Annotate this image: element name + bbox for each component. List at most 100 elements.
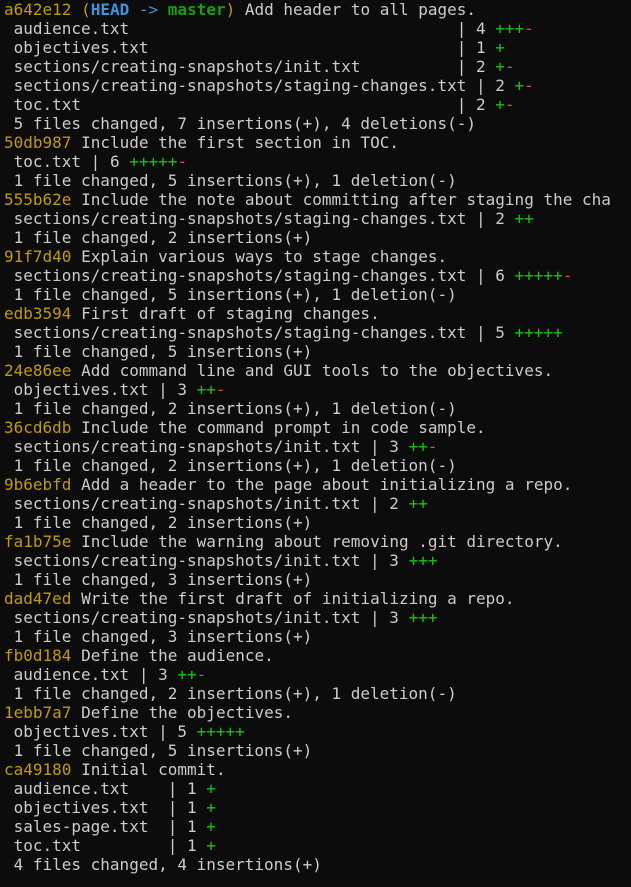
change-count: 3: [158, 665, 168, 684]
file-stat-row: objectives.txt | 3 ++-: [13, 380, 226, 399]
change-count: 1: [187, 817, 197, 836]
commit-header: 1ebb7a7 Define the objectives.: [4, 703, 611, 722]
file-stat-row: sections/creating-snapshots/staging-chan…: [13, 266, 573, 285]
summary-text: 5 files changed, 7 insertions(+), 4 dele…: [13, 114, 476, 133]
commit-hash: 9b6ebfd: [4, 475, 72, 494]
summary-text: 1 file changed, 3 insertions(+): [13, 627, 313, 646]
commit-hash: a642e12: [4, 0, 72, 19]
commit-summary: 1 file changed, 3 insertions(+): [4, 627, 611, 646]
insertions-graph: +: [495, 95, 505, 114]
change-count: 5: [177, 722, 187, 741]
commit-message: Define the audience.: [81, 646, 274, 665]
file-path: objectives.txt: [13, 722, 149, 741]
file-stat-row: sections/creating-snapshots/init.txt | 3…: [13, 437, 438, 456]
insertions-graph: ++: [177, 665, 197, 684]
file-path: sections/creating-snapshots/staging-chan…: [13, 323, 467, 342]
file-path: sections/creating-snapshots/init.txt: [13, 494, 361, 513]
insertions-graph: ++: [514, 209, 534, 228]
change-count: 1: [187, 798, 197, 817]
terminal-window[interactable]: a642e12 (HEAD -> master) Add header to a…: [0, 0, 631, 887]
commit-message: Define the objectives.: [81, 703, 293, 722]
branch-ref: master: [167, 0, 226, 19]
commit-message: Add header to all pages.: [244, 0, 477, 19]
commit-summary: 1 file changed, 2 insertions(+): [4, 228, 611, 247]
commit-summary: 5 files changed, 7 insertions(+), 4 dele…: [4, 114, 611, 133]
commit-header: 91f7d40 Explain various ways to stage ch…: [4, 247, 611, 266]
commit-hash: 24e86ee: [4, 361, 72, 380]
insertions-graph: +: [495, 57, 505, 76]
commit-message: Initial commit.: [81, 760, 226, 779]
file-stat-row: objectives.txt | 1 +: [13, 38, 505, 57]
commit-message: First draft of staging changes.: [81, 304, 380, 323]
commit-message: Include the warning about removing .git …: [81, 532, 563, 551]
file-stat-row: sales-page.txt | 1 +: [13, 817, 216, 836]
commit-header: a642e12 (HEAD -> master) Add header to a…: [4, 0, 611, 19]
file-path: audience.txt: [13, 19, 448, 38]
insertions-graph: +++++: [196, 722, 245, 741]
file-stat-row: objectives.txt | 1 +: [13, 798, 216, 817]
file-path: sections/creating-snapshots/staging-chan…: [13, 266, 467, 285]
commit-hash: 1ebb7a7: [4, 703, 72, 722]
summary-text: 1 file changed, 5 insertions(+), 1 delet…: [13, 171, 457, 190]
change-count: 2: [475, 57, 486, 76]
file-stat-row: audience.txt | 3 ++-: [13, 665, 207, 684]
commit-hash: dad47ed: [4, 589, 72, 608]
summary-text: 1 file changed, 3 insertions(+): [13, 570, 313, 589]
commit-header: 9b6ebfd Add a header to the page about i…: [4, 475, 611, 494]
commit-summary: 1 file changed, 2 insertions(+), 1 delet…: [4, 399, 611, 418]
commit-message: Include the note about committing after …: [81, 190, 611, 209]
commit-summary: 4 files changed, 4 insertions(+): [4, 855, 611, 874]
change-count: 3: [389, 551, 399, 570]
summary-text: 4 files changed, 4 insertions(+): [13, 855, 322, 874]
change-count: 4: [475, 19, 486, 38]
change-count: 6: [109, 152, 120, 171]
file-stat-row: sections/creating-snapshots/init.txt | 3…: [13, 551, 438, 570]
file-stat-row: toc.txt | 2 +-: [13, 95, 515, 114]
commit-header: ca49180 Initial commit.: [4, 760, 611, 779]
ref-close-paren: ): [225, 0, 236, 19]
insertions-graph: +++++: [129, 152, 178, 171]
file-path: toc.txt: [13, 836, 159, 855]
file-path: sections/creating-snapshots/init.txt: [13, 608, 361, 627]
commit-header: edb3594 First draft of staging changes.: [4, 304, 611, 323]
file-path: sections/creating-snapshots/staging-chan…: [13, 209, 467, 228]
change-count: 2: [389, 494, 399, 513]
insertions-graph: +++: [408, 551, 438, 570]
file-path: sections/creating-snapshots/init.txt: [13, 551, 361, 570]
file-stat-row: sections/creating-snapshots/staging-chan…: [13, 323, 563, 342]
insertions-graph: +: [206, 779, 216, 798]
file-stat-row: sections/creating-snapshots/staging-chan…: [13, 76, 534, 95]
deletions-graph: -: [524, 19, 534, 38]
commit-hash: 50db987: [4, 133, 72, 152]
file-path: audience.txt: [13, 665, 130, 684]
commit-hash: 555b62e: [4, 190, 72, 209]
insertions-graph: +++: [495, 19, 525, 38]
head-ref: HEAD: [90, 0, 130, 19]
commit-hash: fa1b75e: [4, 532, 72, 551]
summary-text: 1 file changed, 2 insertions(+), 1 delet…: [13, 684, 457, 703]
change-count: 2: [495, 209, 505, 228]
ref-open-paren: (: [81, 0, 91, 19]
insertions-graph: ++: [408, 494, 428, 513]
file-path: objectives.txt: [13, 38, 448, 57]
commit-summary: 1 file changed, 5 insertions(+), 1 delet…: [4, 285, 611, 304]
commit-hash: edb3594: [4, 304, 72, 323]
commit-summary: 1 file changed, 3 insertions(+): [4, 570, 611, 589]
commit-header: 555b62e Include the note about committin…: [4, 190, 611, 209]
file-stat-row: audience.txt | 4 +++-: [13, 19, 534, 38]
insertions-graph: +++: [408, 608, 438, 627]
commit-header: 24e86ee Add command line and GUI tools t…: [4, 361, 611, 380]
deletions-graph: -: [427, 437, 438, 456]
change-count: 1: [187, 779, 197, 798]
commit-hash: fb0d184: [4, 646, 72, 665]
file-path: objectives.txt: [13, 380, 149, 399]
file-path: sections/creating-snapshots/init.txt: [13, 437, 361, 456]
deletions-graph: -: [177, 152, 188, 171]
commit-header: fa1b75e Include the warning about removi…: [4, 532, 611, 551]
summary-text: 1 file changed, 2 insertions(+): [13, 513, 313, 532]
deletions-graph: -: [215, 380, 226, 399]
commit-header: 36cd6db Include the command prompt in co…: [4, 418, 611, 437]
insertions-graph: +: [206, 836, 216, 855]
commit-header: dad47ed Write the first draft of initial…: [4, 589, 611, 608]
insertions-graph: +: [495, 38, 505, 57]
